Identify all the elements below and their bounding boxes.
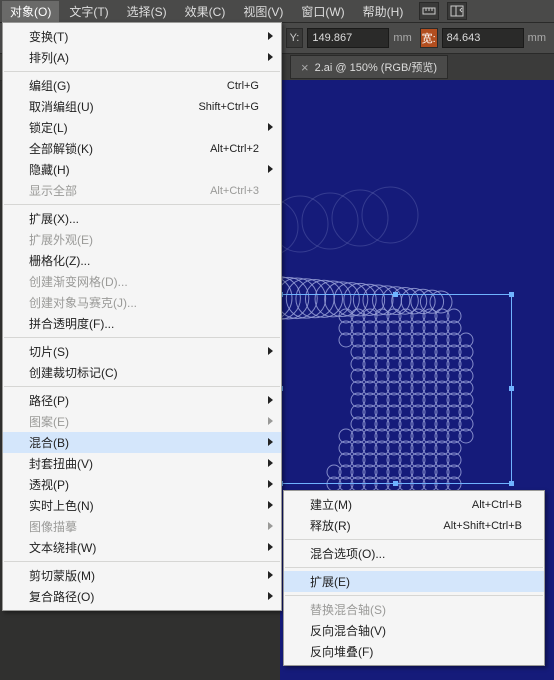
- submenu-arrow-icon: [268, 32, 273, 40]
- submenu-arrow-icon: [268, 543, 273, 551]
- mi-slice[interactable]: 切片(S): [3, 341, 281, 362]
- mi-text-wrap[interactable]: 文本绕排(W): [3, 537, 281, 558]
- smi-reverse-front[interactable]: 反向堆叠(F): [284, 641, 544, 662]
- mi-group[interactable]: 编组(G)Ctrl+G: [3, 75, 281, 96]
- menu-type[interactable]: 文字(T): [61, 1, 116, 22]
- submenu-arrow-icon: [268, 592, 273, 600]
- w-input[interactable]: [442, 28, 524, 48]
- submenu-arrow-icon: [268, 459, 273, 467]
- smi-replace-spine: 替换混合轴(S): [284, 599, 544, 620]
- mi-arrange[interactable]: 排列(A): [3, 47, 281, 68]
- mi-live-paint[interactable]: 实时上色(N): [3, 495, 281, 516]
- menu-object[interactable]: 对象(O): [2, 1, 59, 22]
- menu-window[interactable]: 窗口(W): [293, 1, 352, 22]
- menu-select[interactable]: 选择(S): [119, 1, 175, 22]
- mi-path[interactable]: 路径(P): [3, 390, 281, 411]
- menubar: 对象(O) 文字(T) 选择(S) 效果(C) 视图(V) 窗口(W) 帮助(H…: [0, 0, 554, 23]
- smi-options[interactable]: 混合选项(O)...: [284, 543, 544, 564]
- mi-show-all: 显示全部Alt+Ctrl+3: [3, 180, 281, 201]
- handle-tc[interactable]: [393, 292, 398, 297]
- mi-trim-marks[interactable]: 创建裁切标记(C): [3, 362, 281, 383]
- menu-view[interactable]: 视图(V): [235, 1, 291, 22]
- w-unit: mm: [528, 32, 550, 44]
- mi-perspective[interactable]: 透视(P): [3, 474, 281, 495]
- mi-blend[interactable]: 混合(B): [3, 432, 281, 453]
- mi-rasterize[interactable]: 栅格化(Z)...: [3, 250, 281, 271]
- submenu-arrow-icon: [268, 396, 273, 404]
- smi-release[interactable]: 释放(R)Alt+Shift+Ctrl+B: [284, 515, 544, 536]
- submenu-arrow-icon: [268, 123, 273, 131]
- submenu-arrow-icon: [268, 165, 273, 173]
- mi-ungroup[interactable]: 取消编组(U)Shift+Ctrl+G: [3, 96, 281, 117]
- mi-expand-appearance: 扩展外观(E): [3, 229, 281, 250]
- menu-separator: [285, 595, 543, 596]
- y-input[interactable]: [307, 28, 389, 48]
- menu-effect[interactable]: 效果(C): [177, 1, 234, 22]
- selection-bounds[interactable]: [280, 294, 512, 484]
- tab-title: 2.ai @ 150% (RGB/预览): [315, 59, 437, 75]
- object-menu: 变换(T) 排列(A) 编组(G)Ctrl+G 取消编组(U)Shift+Ctr…: [2, 22, 282, 611]
- blend-submenu: 建立(M)Alt+Ctrl+B 释放(R)Alt+Shift+Ctrl+B 混合…: [283, 490, 545, 666]
- submenu-arrow-icon: [268, 347, 273, 355]
- submenu-arrow-icon: [268, 417, 273, 425]
- close-tab-icon[interactable]: ×: [301, 60, 309, 75]
- y-label: Y:: [286, 28, 304, 48]
- mi-compound-path[interactable]: 复合路径(O): [3, 586, 281, 607]
- handle-tr[interactable]: [509, 292, 514, 297]
- w-label: 宽:: [420, 28, 438, 48]
- submenu-arrow-icon: [268, 571, 273, 579]
- handle-bc[interactable]: [393, 481, 398, 486]
- mi-flatten[interactable]: 拼合透明度(F)...: [3, 313, 281, 334]
- submenu-arrow-icon: [268, 501, 273, 509]
- menu-separator: [4, 71, 280, 72]
- mi-hide[interactable]: 隐藏(H): [3, 159, 281, 180]
- mi-object-mosaic: 创建对象马赛克(J)...: [3, 292, 281, 313]
- handle-br[interactable]: [509, 481, 514, 486]
- menu-separator: [285, 539, 543, 540]
- mi-image-trace: 图像描摹: [3, 516, 281, 537]
- submenu-arrow-icon: [268, 438, 273, 446]
- mi-lock[interactable]: 锁定(L): [3, 117, 281, 138]
- y-unit: mm: [393, 32, 415, 44]
- document-tab[interactable]: × 2.ai @ 150% (RGB/预览): [290, 55, 448, 79]
- arrange-docs-icon[interactable]: [447, 2, 467, 20]
- mi-transform[interactable]: 变换(T): [3, 26, 281, 47]
- menu-separator: [285, 567, 543, 568]
- menu-separator: [4, 204, 280, 205]
- mi-envelope[interactable]: 封套扭曲(V): [3, 453, 281, 474]
- submenu-arrow-icon: [268, 522, 273, 530]
- menu-separator: [4, 337, 280, 338]
- smi-expand[interactable]: 扩展(E): [284, 571, 544, 592]
- smi-make[interactable]: 建立(M)Alt+Ctrl+B: [284, 494, 544, 515]
- ruler-toggle-icon[interactable]: [419, 2, 439, 20]
- menu-separator: [4, 561, 280, 562]
- mi-unlock-all[interactable]: 全部解锁(K)Alt+Ctrl+2: [3, 138, 281, 159]
- mi-gradient-mesh: 创建渐变网格(D)...: [3, 271, 281, 292]
- submenu-arrow-icon: [268, 53, 273, 61]
- smi-reverse-spine[interactable]: 反向混合轴(V): [284, 620, 544, 641]
- handle-rc[interactable]: [509, 386, 514, 391]
- menu-separator: [4, 386, 280, 387]
- mi-expand[interactable]: 扩展(X)...: [3, 208, 281, 229]
- mi-pattern: 图案(E): [3, 411, 281, 432]
- mi-clipping-mask[interactable]: 剪切蒙版(M): [3, 565, 281, 586]
- menu-help[interactable]: 帮助(H): [355, 1, 412, 22]
- submenu-arrow-icon: [268, 480, 273, 488]
